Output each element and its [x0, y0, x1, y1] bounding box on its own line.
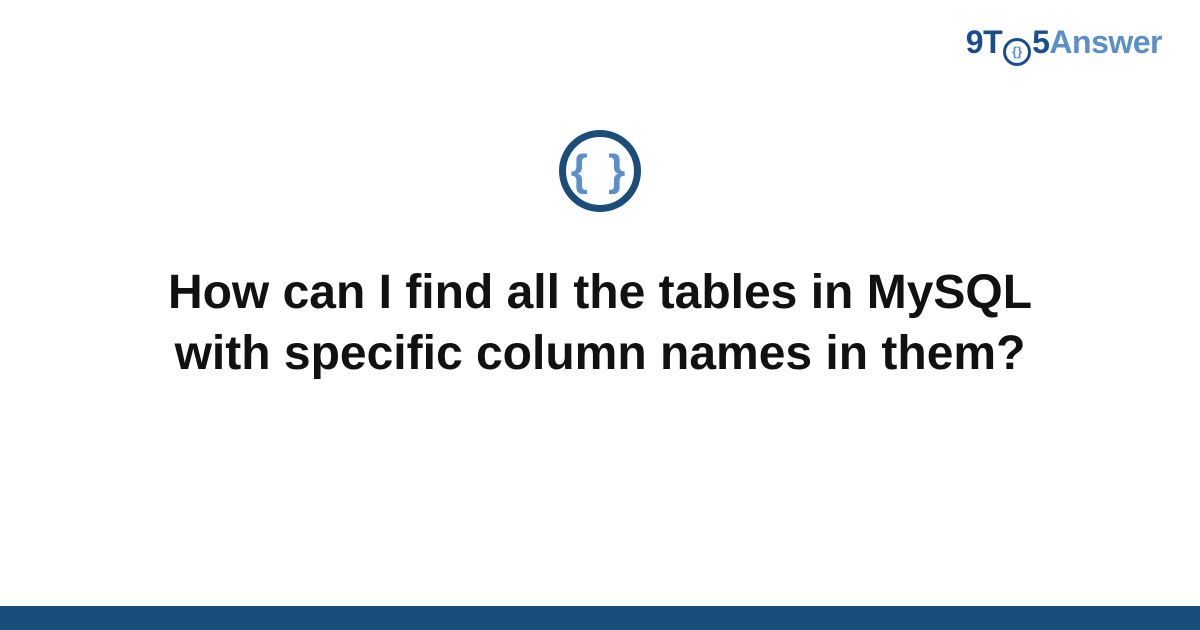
category-icon-circle: { }: [559, 130, 641, 212]
logo-text-9t: 9T: [966, 24, 1002, 61]
question-title: How can I find all the tables in MySQL w…: [130, 262, 1070, 385]
braces-icon: { }: [571, 149, 629, 193]
logo-text-5: 5: [1032, 24, 1049, 61]
site-logo: 9T {} 5 Answer: [966, 24, 1162, 63]
footer-accent-bar: [0, 606, 1200, 630]
logo-o-braces: {}: [1012, 45, 1022, 58]
main-content: { } How can I find all the tables in MyS…: [0, 130, 1200, 385]
logo-o-circle: {}: [1003, 38, 1031, 66]
logo-text-answer: Answer: [1049, 24, 1162, 61]
